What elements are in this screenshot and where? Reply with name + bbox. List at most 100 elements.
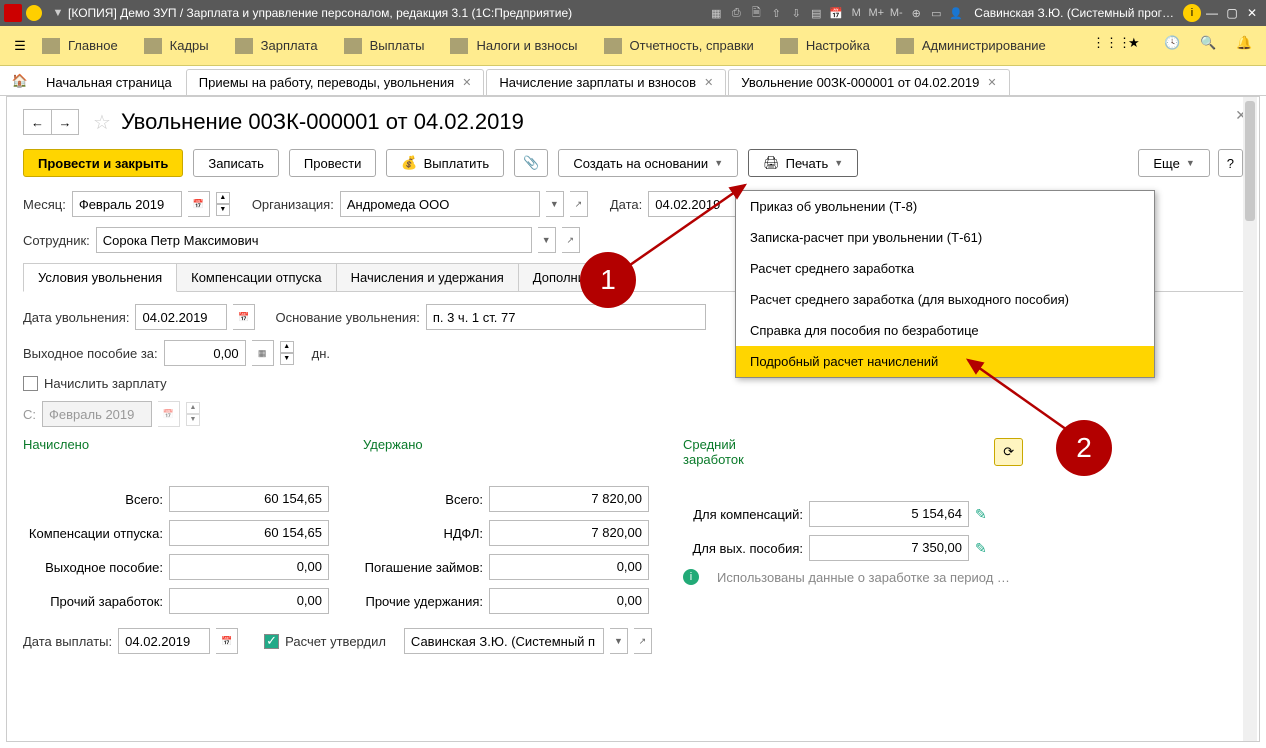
notifications-icon[interactable]: 🔔 [1236,35,1258,57]
apps-icon[interactable]: ⋮⋮⋮ [1092,35,1114,57]
m-icon[interactable]: M [847,4,865,22]
employee-input[interactable]: Сорока Петр Максимович [96,227,532,253]
open-icon[interactable]: ↗ [570,191,588,217]
history-icon[interactable]: 🕓 [1164,35,1186,57]
print-item-avg[interactable]: Расчет среднего заработка [736,253,1154,284]
menu-salary[interactable]: Зарплата [235,38,318,54]
close-button[interactable]: ✕ [1242,6,1262,20]
tab-accruals[interactable]: Начисления и удержания [336,263,519,291]
doc-icon[interactable]: 🗎 [747,4,765,22]
scrollbar-thumb[interactable] [1245,101,1255,221]
print-item-t61[interactable]: Записка-расчет при увольнении (Т-61) [736,222,1154,253]
menu-taxes[interactable]: Налоги и взносы [450,38,577,54]
favorite-star-icon[interactable]: ☆ [93,110,111,135]
user-name[interactable]: Савинская З.Ю. (Системный прог… [974,6,1174,20]
print-item-unemployment[interactable]: Справка для пособия по безработице [736,315,1154,346]
close-icon[interactable]: ✕ [987,76,996,89]
post-and-close-button[interactable]: Провести и закрыть [23,149,183,177]
approved-label: Расчет утвердил [285,634,386,649]
chevron-down-icon: ▼ [834,158,843,168]
withheld-header: Удержано [363,437,653,452]
annotation-marker-1: 1 [580,252,636,308]
severance-input[interactable]: 0,00 [164,340,246,366]
print-icon[interactable]: ⎙ [727,4,745,22]
menu-payments[interactable]: Выплаты [344,38,425,54]
info-icon[interactable]: i [683,569,699,585]
post-button[interactable]: Провести [289,149,377,177]
calc-icon[interactable]: ▤ [807,4,825,22]
pay-button[interactable]: 💰Выплатить [386,149,504,177]
nav-forward-button[interactable]: → [51,109,79,135]
menu-admin[interactable]: Администрирование [896,38,1046,54]
print-item-detailed[interactable]: Подробный расчет начислений [736,346,1154,377]
tab-compensations[interactable]: Компенсации отпуска [176,263,337,291]
edit-icon[interactable]: ✎ [975,506,987,523]
minimize-button[interactable]: — [1202,6,1222,20]
tab-accrual[interactable]: Начисление зарплаты и взносов✕ [486,69,726,95]
vertical-scrollbar[interactable] [1243,97,1257,741]
toolbar-icon[interactable]: ▦ [707,4,725,22]
dropdown-icon[interactable]: ▼ [610,628,628,654]
close-icon[interactable]: ✕ [704,76,713,89]
calendar-icon[interactable]: 📅 [827,4,845,22]
withheld-ndfl-value: 7 820,00 [489,520,649,546]
print-item-avg-sev[interactable]: Расчет среднего заработка (для выходного… [736,284,1154,315]
tab-home[interactable]: Начальная страница [34,69,184,95]
dismiss-date-input[interactable]: 04.02.2019 [135,304,227,330]
print-item-t8[interactable]: Приказ об увольнении (Т-8) [736,191,1154,222]
date-input[interactable]: 04.02.2019 [648,191,740,217]
paperclip-icon: 📎 [523,155,539,171]
favorites-icon[interactable]: ★ [1128,35,1150,57]
nav-back-button[interactable]: ← [23,109,51,135]
close-icon[interactable]: ✕ [462,76,471,89]
dropdown-icon[interactable]: ▼ [538,227,556,253]
dropdown-icon[interactable]: ▼ [546,191,564,217]
annotation-marker-2: 2 [1056,420,1112,476]
open-icon[interactable]: ↗ [634,628,652,654]
org-input[interactable]: Андромеда ООО [340,191,540,217]
attach-button[interactable]: 📎 [514,149,548,177]
info-icon[interactable]: i [1183,4,1201,22]
dropdown-icon[interactable]: ▼ [49,4,67,22]
import-icon[interactable]: ⇩ [787,4,805,22]
menu-hamburger-icon[interactable]: ☰ [8,34,32,58]
tab-hiring[interactable]: Приемы на работу, переводы, увольнения✕ [186,69,485,95]
window-icon[interactable]: ▭ [927,4,945,22]
month-input[interactable]: Февраль 2019 [72,191,182,217]
menu-settings[interactable]: Настройка [780,38,870,54]
save-button[interactable]: Записать [193,149,279,177]
month-spinner[interactable]: ▲▼ [216,192,230,216]
accrue-salary-checkbox[interactable] [23,376,38,391]
refresh-button[interactable]: ⟳ [994,438,1023,466]
reason-input[interactable]: п. 3 ч. 1 ст. 77 [426,304,706,330]
menu-reports[interactable]: Отчетность, справки [604,38,754,54]
print-button[interactable]: 🖨Печать▼ [748,149,858,177]
more-button[interactable]: Еще▼ [1138,149,1209,177]
calendar-icon[interactable]: 📅 [216,628,238,654]
withheld-total-label: Всего: [363,492,483,507]
menu-main[interactable]: Главное [42,38,118,54]
calc-icon[interactable]: ▦ [252,340,274,366]
home-icon[interactable]: 🏠 [6,66,34,95]
accrued-comp-label: Компенсации отпуска: [23,526,163,541]
calendar-icon[interactable]: 📅 [233,304,255,330]
export-icon[interactable]: ⇧ [767,4,785,22]
mminus-icon[interactable]: M- [887,4,905,22]
zoom-icon[interactable]: ⊕ [907,4,925,22]
create-based-button[interactable]: Создать на основании▼ [558,149,738,177]
from-label: С: [23,407,36,422]
maximize-button[interactable]: ▢ [1222,6,1242,20]
approver-input[interactable]: Савинская З.Ю. (Системный п [404,628,604,654]
help-button[interactable]: ? [1218,149,1243,177]
search-icon[interactable]: 🔍 [1200,35,1222,57]
approved-checkbox[interactable]: ✓ [264,634,279,649]
paydate-input[interactable]: 04.02.2019 [118,628,210,654]
menu-personnel[interactable]: Кадры [144,38,209,54]
edit-icon[interactable]: ✎ [975,540,987,557]
severance-spinner[interactable]: ▲▼ [280,341,294,365]
tab-dismissal[interactable]: Увольнение 00ЗК-000001 от 04.02.2019✕ [728,69,1009,95]
tab-conditions[interactable]: Условия увольнения [23,263,177,292]
mplus-icon[interactable]: M+ [867,4,885,22]
calendar-icon[interactable]: 📅 [188,191,210,217]
open-icon[interactable]: ↗ [562,227,580,253]
